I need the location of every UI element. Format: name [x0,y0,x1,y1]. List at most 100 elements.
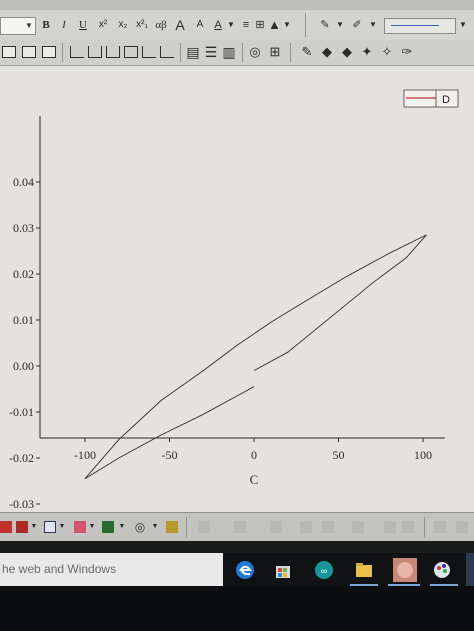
greek-button[interactable]: αβ [152,16,170,34]
area-chart-icon[interactable] [102,521,114,533]
toolbar-divider [180,43,181,62]
x-tick-label: -100 [74,448,96,462]
axis-icon[interactable] [160,46,174,58]
series-group [84,234,427,480]
monitor-bezel [0,586,474,631]
brush-icon[interactable]: ✎ [300,43,314,61]
disabled-icon [456,521,468,533]
superscript-button[interactable]: x² [95,16,111,34]
subscript-button[interactable]: x₂ [115,16,131,34]
marker-icon[interactable]: ✧ [380,43,394,61]
grid-icon[interactable]: ⊞ [268,43,282,61]
toolbar-divider [242,43,243,62]
x-tick-label: 100 [414,448,432,462]
decrease-font-button[interactable]: A [193,16,207,34]
chevron-down-icon[interactable]: ▼ [88,518,96,536]
hysteresis-upper-branch [84,234,427,479]
legend-label: D [442,94,450,106]
origin-app-icon[interactable] [392,557,418,583]
italic-button[interactable]: I [58,16,70,34]
bold-button[interactable]: B [40,16,52,34]
chevron-down-icon[interactable]: ▼ [118,518,126,536]
disabled-icon [234,521,246,533]
axis-icon[interactable] [106,46,120,58]
x-tick-label: 0 [251,448,257,462]
chevron-down-icon[interactable]: ▼ [282,16,292,34]
chevron-down-icon[interactable]: ▼ [30,518,38,536]
list-icon[interactable]: ☰ [204,43,218,61]
scatter-icon[interactable] [44,521,56,533]
chevron-down-icon[interactable]: ▼ [368,16,378,34]
y-tick-label: -0.03 [9,497,34,511]
fill-icon[interactable]: ◆ [320,43,334,61]
marker-icon[interactable]: ✦ [360,43,374,61]
y-tick-label: 0.02 [13,267,34,281]
graph-canvas[interactable]: 0.04 0.03 0.02 0.01 0.00 -0.01 -0.02 -0.03 -100 -… [0,66,474,512]
supersubscript-button[interactable]: x²₁ [134,16,150,34]
fill-color-icon[interactable]: ▲ [268,16,281,34]
chevron-down-icon[interactable]: ▼ [226,16,236,34]
axis-icon[interactable] [88,46,102,58]
underline-button[interactable]: U [77,16,89,34]
chevron-down-icon[interactable]: ▼ [458,16,468,34]
disabled-icon [384,521,396,533]
align-icon[interactable]: ≡ [240,16,252,34]
table-icon[interactable]: ▤ [186,43,200,61]
store-icon[interactable] [272,559,294,581]
chevron-down-icon[interactable]: ▼ [151,518,159,536]
stat-chart-icon[interactable] [74,521,86,533]
layer-icon[interactable] [42,46,56,58]
circle-icon[interactable]: ◎ [248,43,262,61]
taskbar-search-box[interactable]: he web and Windows [0,553,223,586]
axis-icon[interactable] [70,46,84,58]
column-chart-icon[interactable] [16,521,28,533]
eyedropper-icon[interactable]: ✑ [400,43,414,61]
bar-chart-icon[interactable] [0,521,12,533]
chevron-down-icon[interactable]: ▼ [335,16,345,34]
frame-icon[interactable] [124,46,138,58]
disabled-icon [352,521,364,533]
chevron-down-icon[interactable]: ▼ [24,19,34,33]
y-tick-label: 0.00 [13,359,34,373]
y-tick-label: -0.02 [9,451,34,465]
font-size-combo[interactable]: ▼ [0,17,36,35]
fill-icon[interactable]: ◆ [340,43,354,61]
x-tick-label: -50 [162,448,178,462]
legend[interactable]: D [403,89,459,108]
paint-app-icon[interactable] [432,559,454,581]
increase-font-button[interactable]: A [173,16,187,34]
disabled-icon [300,521,312,533]
axis-icon[interactable] [142,46,156,58]
y-tick-label: 0.01 [13,313,34,327]
brush-icon[interactable]: ✐ [350,16,364,34]
svg-text:∞: ∞ [321,566,327,576]
3d-chart-icon[interactable] [166,521,178,533]
disabled-icon [198,521,210,533]
edge-browser-icon[interactable] [234,559,256,581]
pen-color-icon[interactable]: ✎ [318,16,332,34]
hysteresis-lower-branch [84,386,255,480]
layout-toolbar: ▤ ☰ ▥ ◎ ⊞ ✎ ◆ ◆ ✦ ✧ ✑ [0,40,474,66]
line-style-combo[interactable] [384,18,456,34]
file-explorer-icon[interactable] [353,559,375,581]
toolbar-divider [424,517,425,537]
layer-icon[interactable] [2,46,16,58]
bottom-toolbar: ▼ ▼ ▼ ▼ ◎ ▼ [0,512,474,541]
tick-label-group: 0.04 0.03 0.02 0.01 0.00 -0.01 -0.02 -0.03 -100 -… [9,175,432,511]
disabled-icon [270,521,282,533]
taskbar-edge [466,553,474,586]
layer-icon[interactable] [22,46,36,58]
grid-icon[interactable]: ⊞ [254,16,266,34]
toolbar-divider [305,13,306,37]
disabled-icon [434,521,446,533]
font-color-button[interactable]: A [211,16,225,34]
arduino-icon[interactable]: ∞ [313,559,335,581]
chevron-down-icon[interactable]: ▼ [58,518,66,536]
x-axis-title: C [250,472,259,487]
columns-icon[interactable]: ▥ [222,43,236,61]
y-tick-label: -0.01 [9,405,34,419]
polar-chart-icon[interactable]: ◎ [133,518,147,536]
line-style-preview [391,25,439,26]
y-tick-label: 0.03 [13,221,34,235]
taskbar: he web and Windows ∞ [0,553,474,631]
